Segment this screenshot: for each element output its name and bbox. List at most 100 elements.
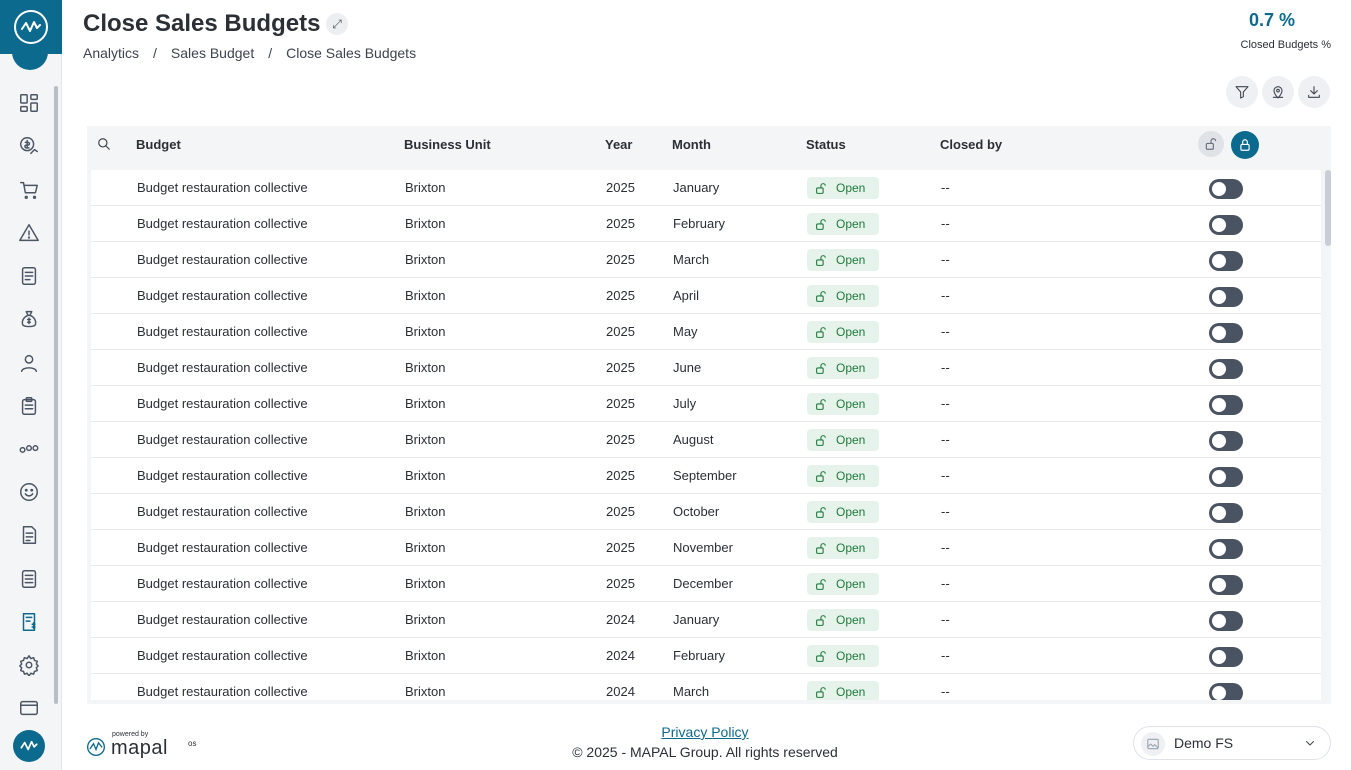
document-list-icon[interactable]: [16, 263, 42, 289]
breadcrumb-analytics[interactable]: Analytics: [83, 45, 139, 61]
status-label: Open: [836, 613, 866, 627]
table-row[interactable]: Budget restauration collective Brixton 202…: [91, 458, 1321, 494]
cell-year: 2025: [606, 540, 635, 555]
money-bag-icon[interactable]: [16, 306, 42, 332]
table-scrollbar[interactable]: [1325, 170, 1331, 246]
sidebar-scrollbar[interactable]: [54, 86, 58, 704]
shopping-cart-icon[interactable]: [16, 177, 42, 203]
cell-budget: Budget restauration collective: [137, 180, 308, 195]
close-budget-toggle[interactable]: [1209, 575, 1243, 595]
close-budget-toggle[interactable]: [1209, 179, 1243, 199]
table-row[interactable]: Budget restauration collective Brixton 202…: [91, 386, 1321, 422]
smiley-icon[interactable]: [16, 479, 42, 505]
close-budget-toggle[interactable]: [1209, 395, 1243, 415]
table-row[interactable]: Budget restauration collective Brixton 202…: [91, 170, 1321, 206]
cell-year: 2025: [606, 252, 635, 267]
table-row[interactable]: Budget restauration collective Brixton 202…: [91, 314, 1321, 350]
cell-year: 2025: [606, 216, 635, 231]
close-budget-toggle[interactable]: [1209, 539, 1243, 559]
unlock-icon: [816, 254, 826, 266]
table-row[interactable]: Budget restauration collective Brixton 202…: [91, 602, 1321, 638]
close-budget-toggle[interactable]: [1209, 467, 1243, 487]
status-label: Open: [836, 397, 866, 411]
warning-triangle-icon[interactable]: [16, 220, 42, 246]
status-badge: Open: [807, 501, 879, 523]
column-business-unit[interactable]: Business Unit: [404, 137, 491, 152]
unlock-icon: [816, 218, 826, 230]
close-budget-toggle[interactable]: [1209, 503, 1243, 523]
close-budget-toggle[interactable]: [1209, 215, 1243, 235]
close-budget-toggle[interactable]: [1209, 647, 1243, 667]
window-card-icon[interactable]: [16, 695, 42, 721]
cell-business-unit: Brixton: [405, 648, 446, 663]
location-pin-icon: [1272, 86, 1284, 99]
user-icon[interactable]: [16, 350, 42, 376]
cell-budget: Budget restauration collective: [137, 612, 308, 627]
column-month[interactable]: Month: [672, 137, 711, 152]
close-all-button[interactable]: [1231, 131, 1259, 159]
dashboard-grid-icon[interactable]: [16, 90, 42, 116]
selected-unit: Demo FS: [1174, 735, 1234, 751]
cell-month: January: [673, 612, 720, 627]
cell-closed-by: --: [941, 252, 950, 267]
report-icon[interactable]: [16, 566, 42, 592]
table-row[interactable]: Budget restauration collective Brixton 202…: [91, 674, 1321, 700]
search-icon[interactable]: [97, 137, 111, 151]
table-row[interactable]: Budget restauration collective Brixton 202…: [91, 278, 1321, 314]
document-icon[interactable]: [16, 522, 42, 548]
kpi-label: Closed Budgets %: [1240, 39, 1332, 51]
status-badge: Open: [807, 249, 879, 271]
download-button[interactable]: [1298, 76, 1330, 108]
table-row[interactable]: Budget restauration collective Brixton 202…: [91, 530, 1321, 566]
table-row[interactable]: Budget restauration collective Brixton 202…: [91, 566, 1321, 602]
cell-business-unit: Brixton: [405, 468, 446, 483]
status-label: Open: [836, 649, 866, 663]
cell-budget: Budget restauration collective: [137, 576, 308, 591]
cell-month: August: [673, 432, 714, 447]
cell-month: April: [673, 288, 700, 303]
status-label: Open: [836, 685, 866, 699]
status-badge: Open: [807, 537, 879, 559]
filter-button[interactable]: [1226, 76, 1258, 108]
location-button[interactable]: [1262, 76, 1294, 108]
close-budget-toggle[interactable]: [1209, 683, 1243, 700]
close-budget-toggle[interactable]: [1209, 287, 1243, 307]
status-badge: Open: [807, 573, 879, 595]
column-budget[interactable]: Budget: [136, 137, 181, 152]
clipboard-icon[interactable]: [16, 393, 42, 419]
column-status[interactable]: Status: [806, 137, 846, 152]
expand-icon[interactable]: ⤢: [326, 13, 348, 35]
table-row[interactable]: Budget restauration collective Brixton 202…: [91, 350, 1321, 386]
close-budget-toggle[interactable]: [1209, 359, 1243, 379]
settings-gear-icon[interactable]: [16, 652, 42, 678]
table-row[interactable]: Budget restauration collective Brixton 202…: [91, 494, 1321, 530]
app-logo[interactable]: [0, 0, 62, 54]
page-title: Close Sales Budgets: [83, 10, 321, 37]
cell-business-unit: Brixton: [405, 432, 446, 447]
table-row[interactable]: Budget restauration collective Brixton 202…: [91, 638, 1321, 674]
chevron-down-icon: [1306, 741, 1314, 746]
money-trend-icon[interactable]: [16, 133, 42, 159]
unlock-icon: [816, 326, 826, 338]
invoice-dollar-icon[interactable]: [16, 609, 42, 635]
close-budget-toggle[interactable]: [1209, 251, 1243, 271]
status-label: Open: [836, 361, 866, 375]
breadcrumb-sales-budget[interactable]: Sales Budget: [171, 45, 254, 61]
table-row[interactable]: Budget restauration collective Brixton 202…: [91, 242, 1321, 278]
cell-closed-by: --: [941, 576, 950, 591]
cell-year: 2025: [606, 180, 635, 195]
cell-budget: Budget restauration collective: [137, 288, 308, 303]
open-all-button[interactable]: [1198, 131, 1224, 157]
close-budget-toggle[interactable]: [1209, 431, 1243, 451]
cell-closed-by: --: [941, 684, 950, 699]
close-budget-toggle[interactable]: [1209, 323, 1243, 343]
cell-month: February: [673, 216, 726, 231]
table-row[interactable]: Budget restauration collective Brixton 202…: [91, 422, 1321, 458]
table-row[interactable]: Budget restauration collective Brixton 202…: [91, 206, 1321, 242]
close-budget-toggle[interactable]: [1209, 611, 1243, 631]
business-unit-selector[interactable]: Demo FS: [1133, 726, 1331, 760]
chain-links-icon[interactable]: [16, 436, 42, 462]
column-year[interactable]: Year: [605, 137, 632, 152]
unlock-icon: [1205, 138, 1217, 150]
column-closed-by[interactable]: Closed by: [940, 137, 1002, 152]
